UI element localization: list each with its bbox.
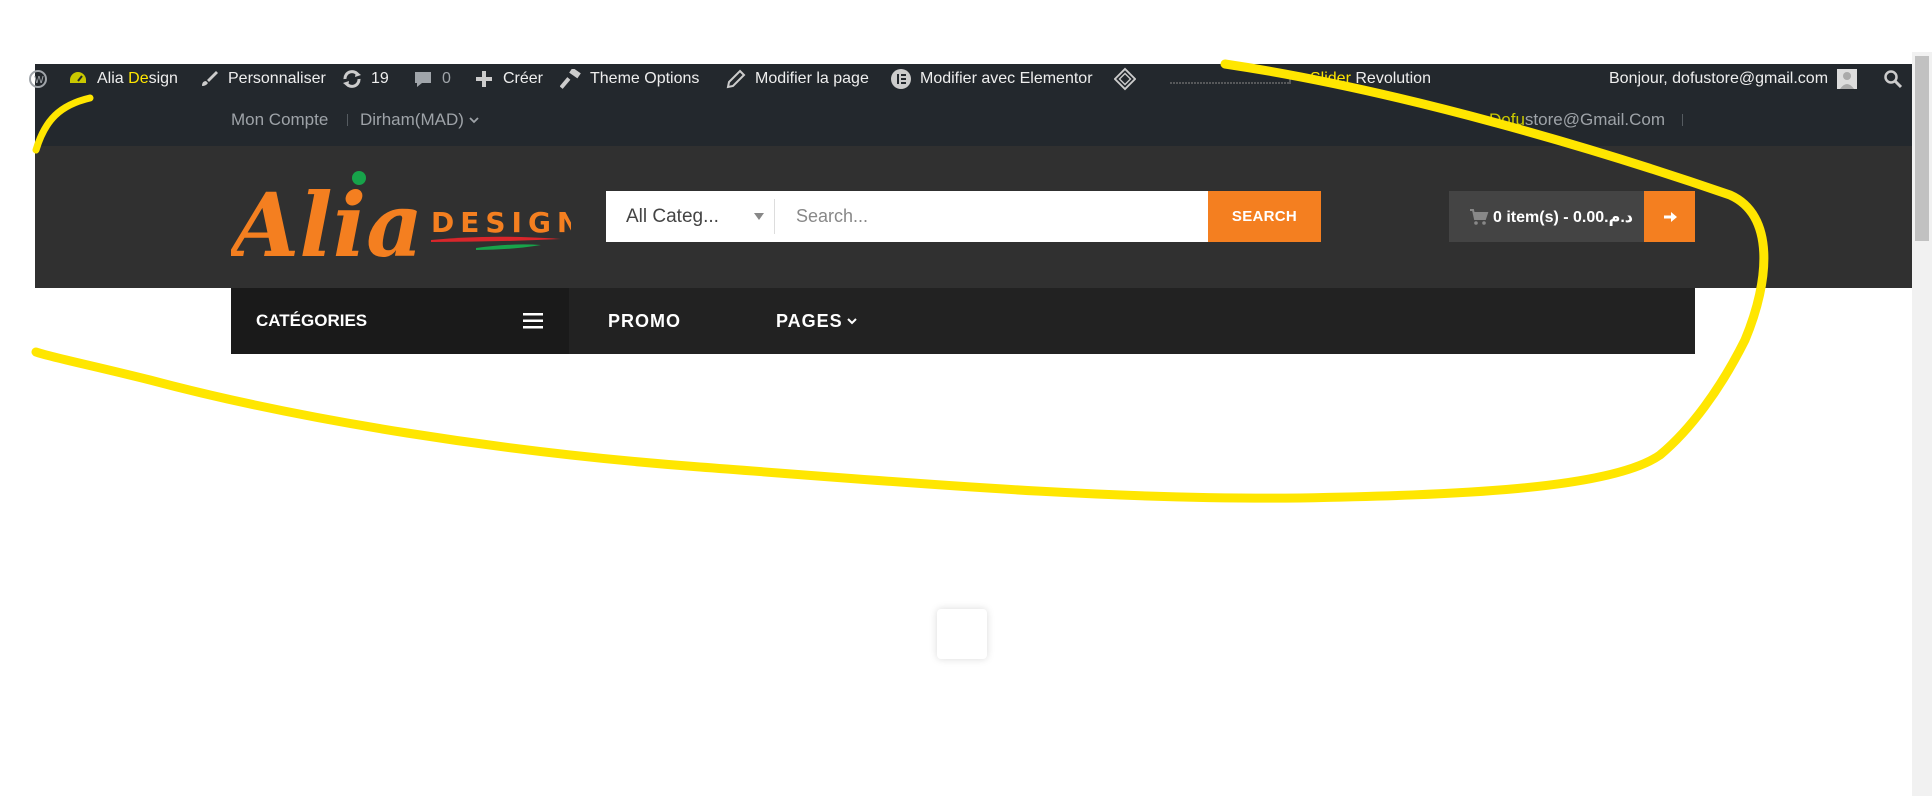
comments-count: 0 bbox=[442, 70, 451, 87]
my-account-link[interactable]: Mon Compte bbox=[231, 94, 328, 146]
plugin-diamond-link[interactable] bbox=[1114, 64, 1144, 94]
slider-revolution-link[interactable]: Slider Revolution bbox=[1310, 64, 1431, 94]
vertical-scrollbar[interactable] bbox=[1912, 52, 1932, 796]
scrollbar-thumb[interactable] bbox=[1915, 56, 1929, 241]
logo-main-text: Alia bbox=[231, 173, 423, 268]
progress-line-icon bbox=[1170, 76, 1291, 84]
search-button[interactable]: SEARCH bbox=[1208, 191, 1321, 242]
site-name-part1: Alia bbox=[97, 70, 124, 87]
edit-elementor-link[interactable]: Modifier avec Elementor bbox=[890, 64, 1093, 94]
customize-link[interactable]: Personnaliser bbox=[198, 64, 326, 94]
site-header: Alia DESIGN All Categ... SEARCH 0 item(s… bbox=[35, 146, 1912, 354]
site-name-part3: sign bbox=[148, 70, 178, 87]
theme-options-link[interactable]: Theme Options bbox=[560, 64, 699, 94]
page-loader bbox=[937, 609, 987, 659]
updates-count: 19 bbox=[371, 70, 389, 87]
search-input[interactable] bbox=[776, 191, 1208, 242]
site-name-part2: De bbox=[128, 70, 149, 87]
user-avatar-icon bbox=[1840, 72, 1855, 89]
search-form: All Categ... SEARCH bbox=[606, 191, 1321, 242]
edit-page-link[interactable]: Modifier la page bbox=[725, 64, 869, 94]
greeting-label: Bonjour, dofustore@gmail.com bbox=[1609, 70, 1829, 87]
category-select[interactable]: All Categ... bbox=[606, 191, 774, 242]
slider-label-part2: Revolution bbox=[1355, 70, 1431, 87]
email-part2: store@Gmail.Com bbox=[1524, 110, 1665, 129]
hamburger-icon bbox=[523, 313, 543, 329]
arrow-right-icon bbox=[1663, 211, 1677, 222]
category-select-value: All Categ... bbox=[626, 205, 719, 227]
create-label: Créer bbox=[503, 70, 544, 87]
chevron-down-icon bbox=[469, 117, 479, 124]
page-viewport: W Alia De sign Personnaliser 19 0 Créer … bbox=[0, 0, 1932, 796]
wordpress-icon: W bbox=[29, 70, 47, 88]
edit-page-label: Modifier la page bbox=[755, 70, 869, 87]
categories-menu-button[interactable]: CATÉGORIES bbox=[231, 288, 569, 354]
svg-text:W: W bbox=[34, 75, 44, 86]
hammer-icon bbox=[560, 68, 582, 90]
nav-promo[interactable]: PROMO bbox=[608, 288, 681, 354]
logo-sub-text: DESIGN bbox=[431, 206, 571, 239]
comments-link[interactable]: 0 bbox=[412, 64, 451, 94]
wordpress-logo-button[interactable]: W bbox=[29, 64, 47, 94]
slider-label-part1: Slider bbox=[1310, 70, 1351, 87]
nav-pages-label: PAGES bbox=[776, 310, 843, 331]
search-divider bbox=[774, 199, 775, 234]
avatar bbox=[1837, 69, 1858, 89]
contact-email-link[interactable]: Dofu store@Gmail.Com bbox=[1489, 94, 1665, 146]
nav-pages[interactable]: PAGES bbox=[776, 288, 858, 354]
search-icon bbox=[1884, 70, 1903, 89]
currency-selector[interactable]: Dirham(MAD) bbox=[360, 94, 480, 146]
topbar-divider bbox=[347, 114, 348, 126]
shopping-cart-icon bbox=[1470, 208, 1489, 225]
pencil-icon bbox=[725, 68, 747, 90]
dropdown-arrow-icon bbox=[754, 213, 764, 220]
admin-bar: W Alia De sign Personnaliser 19 0 Créer … bbox=[29, 64, 1912, 94]
site-name-link[interactable]: Alia De sign bbox=[67, 64, 178, 94]
cart-summary-text: 0 item(s) - 0.00.د.م bbox=[1493, 208, 1633, 226]
updates-link[interactable]: 19 bbox=[341, 64, 389, 94]
comment-icon bbox=[412, 68, 434, 90]
cart-checkout-button[interactable] bbox=[1644, 191, 1695, 242]
chevron-down-icon bbox=[846, 318, 857, 325]
topbar-divider-right bbox=[1682, 114, 1683, 126]
dashboard-icon bbox=[67, 68, 89, 90]
top-bar: Mon Compte Dirham(MAD) Dofu store@Gmail.C… bbox=[35, 94, 1912, 146]
customize-label: Personnaliser bbox=[228, 70, 326, 87]
admin-search-button[interactable] bbox=[1883, 64, 1903, 94]
elementor-icon bbox=[890, 68, 912, 90]
site-logo[interactable]: Alia DESIGN bbox=[224, 168, 580, 277]
create-new-link[interactable]: Créer bbox=[473, 64, 543, 94]
email-part1: Dofu bbox=[1489, 110, 1525, 129]
account-menu[interactable]: Bonjour, dofustore@gmail.com bbox=[1609, 64, 1858, 94]
edit-elementor-label: Modifier avec Elementor bbox=[920, 70, 1093, 87]
refresh-icon bbox=[341, 68, 363, 90]
paintbrush-icon bbox=[198, 68, 220, 90]
theme-options-label: Theme Options bbox=[590, 70, 700, 87]
main-menu-bar: CATÉGORIES PROMO PAGES bbox=[231, 288, 1695, 354]
plus-icon bbox=[473, 68, 495, 90]
categories-label: CATÉGORIES bbox=[256, 311, 368, 330]
cart-summary-button[interactable]: 0 item(s) - 0.00.د.م bbox=[1449, 191, 1644, 242]
currency-label: Dirham(MAD) bbox=[360, 110, 464, 129]
diamond-icon bbox=[1114, 67, 1136, 91]
progress-widget bbox=[1170, 64, 1295, 94]
